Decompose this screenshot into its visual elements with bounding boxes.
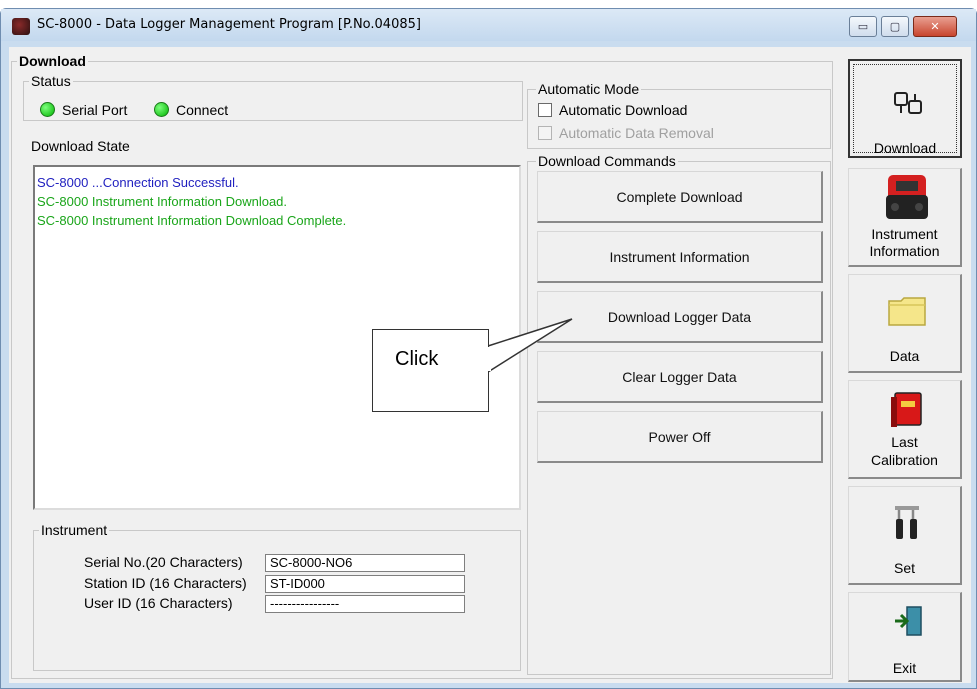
sidebar-last-calibration-button[interactable]: Last Calibration [848,380,962,479]
serial-no-field[interactable]: SC-8000-NO6 [265,554,465,572]
user-id-field[interactable]: ---------------- [265,595,465,613]
serial-port-status-led [40,102,55,117]
station-id-label: Station ID (16 Characters) [84,575,247,591]
log-line: SC-8000 Instrument Information Download. [37,194,288,209]
download-commands-label: Download Commands [536,153,678,169]
connect-label: Connect [176,102,229,118]
sidebar-last-label: Last [891,434,918,450]
log-line: SC-8000 ...Connection Successful. [37,175,239,190]
download-icon [894,92,922,114]
automatic-data-removal-label: Automatic Data Removal [559,125,714,141]
station-id-field[interactable]: ST-ID000 [265,575,465,593]
sidebar-data-button[interactable]: Data [848,274,962,373]
maximize-button[interactable]: ▢ [881,16,909,37]
status-label: Status [29,73,73,89]
clear-logger-data-button[interactable]: Clear Logger Data [537,351,823,403]
click-callout: Click [372,329,489,412]
tools-icon [895,506,919,539]
app-icon [12,18,30,35]
sidebar-data-label: Data [889,348,920,364]
sidebar-calibration-label: Calibration [871,452,938,468]
window-title: SC-8000 - Data Logger Management Program… [37,17,421,32]
automatic-download-checkbox[interactable] [538,103,552,117]
title-bar: SC-8000 - Data Logger Management Program… [1,9,976,41]
sidebar-set-label: Set [893,560,915,576]
sidebar-exit-label: Exit [892,660,917,676]
user-id-label: User ID (16 Characters) [84,595,233,611]
sidebar-set-button[interactable]: Set [848,486,962,585]
instrument-information-button[interactable]: Instrument Information [537,231,823,283]
sidebar-instrument-information-button[interactable]: Instrument Information [848,168,962,267]
exit-door-icon [895,606,922,636]
sidebar-instrument-label-line1: Instrument [871,226,938,242]
download-group-label: Download [17,53,88,69]
complete-download-button[interactable]: Complete Download [537,171,823,223]
serial-no-label: Serial No.(20 Characters) [84,554,243,570]
download-logger-data-button[interactable]: Download Logger Data [537,291,823,343]
callout-text: Click [395,348,439,370]
power-off-button[interactable]: Power Off [537,411,823,463]
instrument-device-icon [886,175,928,219]
sidebar-exit-button[interactable]: Exit [848,592,962,682]
close-button[interactable]: ✕ [913,16,957,37]
minimize-button[interactable]: ▭ [849,16,877,37]
instrument-label: Instrument [39,522,110,538]
client-area: Download Status Serial Port Connect Down… [9,47,971,683]
serial-port-label: Serial Port [62,102,128,118]
automatic-download-label[interactable]: Automatic Download [559,102,687,118]
sidebar-instrument-label-line2: Information [869,243,940,259]
sidebar-download-button[interactable]: Download [848,59,962,158]
connect-status-led [154,102,169,117]
calibration-book-icon [891,392,922,427]
automatic-mode-label: Automatic Mode [536,81,642,97]
folder-icon [888,297,926,326]
app-window: SC-8000 - Data Logger Management Program… [0,8,977,689]
sidebar-download-label: Download [873,140,937,156]
log-line: SC-8000 Instrument Information Download … [37,213,347,228]
automatic-data-removal-checkbox [538,126,552,140]
download-state-label: Download State [31,138,130,154]
